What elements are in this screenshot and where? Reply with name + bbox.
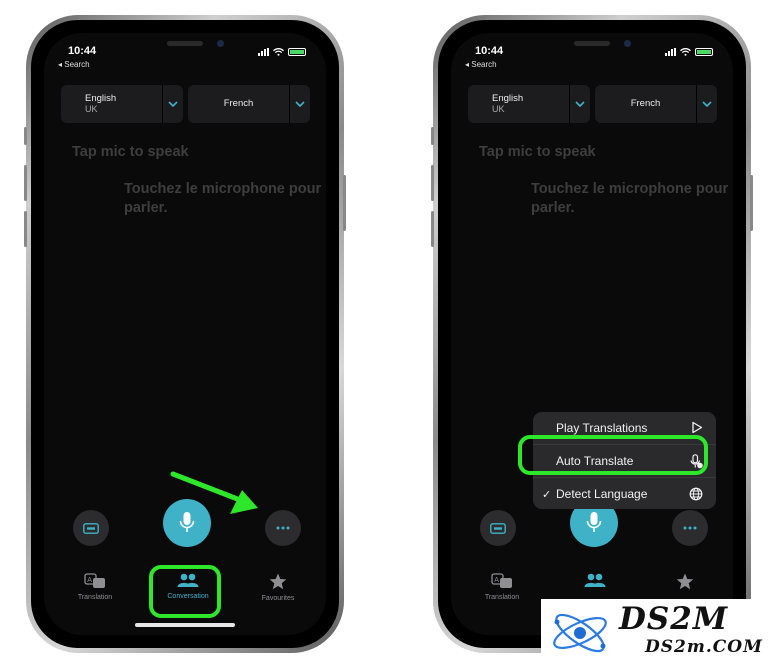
tab-conversation[interactable]: [560, 573, 630, 590]
star-icon: [676, 573, 694, 590]
svg-text:A: A: [87, 577, 92, 584]
tab-favourites-label: Favourites: [261, 595, 295, 602]
volume-down-button: [431, 211, 434, 247]
earpiece: [167, 41, 203, 46]
watermark-brand: DS2M: [619, 601, 729, 637]
back-to-search-link[interactable]: ◂ Search: [465, 60, 497, 69]
target-language-name: French: [223, 97, 254, 109]
source-language-region: UK: [85, 104, 98, 115]
status-time: 10:44: [475, 45, 504, 57]
menu-item-label: Detect Language: [556, 487, 648, 501]
conversation-tab-highlight: [149, 565, 221, 618]
chevron-down-icon[interactable]: [289, 85, 310, 123]
tab-translation-label: Translation: [77, 594, 113, 601]
target-language-select[interactable]: French: [595, 85, 717, 123]
home-indicator: [135, 623, 235, 627]
tab-translation[interactable]: A Translation: [60, 573, 130, 601]
language-selector-row: English UK French: [468, 85, 717, 123]
play-icon: [692, 421, 703, 434]
more-options-button[interactable]: [672, 510, 708, 546]
target-prompt: Touchez le microphone pour parler.: [124, 181, 322, 216]
signal-icon: [665, 48, 676, 56]
face-to-face-icon: [83, 522, 99, 534]
source-language-select[interactable]: English UK: [468, 85, 590, 123]
battery-icon: [695, 48, 713, 56]
pointer-arrow-icon: [170, 471, 258, 514]
chevron-down-icon[interactable]: [569, 85, 590, 123]
signal-icon: [258, 48, 269, 56]
screen: 10:44 ◂ Search English UK French Tap mic…: [451, 33, 733, 635]
target-prompt: Touchez le microphone pour parler.: [531, 181, 729, 216]
mute-switch: [24, 127, 27, 145]
earpiece: [574, 41, 610, 46]
wifi-icon: [680, 48, 691, 56]
source-language-region: UK: [492, 104, 505, 115]
side-button: [750, 175, 753, 231]
battery-icon: [288, 48, 306, 56]
language-selector-row: English UK French: [61, 85, 310, 123]
tab-translation-label: Translation: [484, 594, 520, 601]
face-to-face-button[interactable]: [480, 510, 516, 546]
menu-item-detect-language[interactable]: ✓ Detect Language: [533, 478, 716, 509]
volume-up-button: [24, 165, 27, 201]
chevron-down-icon[interactable]: [696, 85, 717, 123]
face-to-face-icon: [490, 522, 506, 534]
screen: 10:44 ◂ Search English UK French Tap mic…: [44, 33, 326, 635]
ellipsis-icon: [683, 526, 697, 530]
menu-item-label: Play Translations: [556, 421, 648, 435]
checkmark-icon: ✓: [542, 488, 552, 501]
chevron-down-icon[interactable]: [162, 85, 183, 123]
phone-right: 10:44 ◂ Search English UK French Tap mic…: [431, 15, 753, 653]
tab-favourites[interactable]: Favourites: [243, 573, 313, 602]
auto-translate-highlight: [518, 435, 708, 475]
bezel: 10:44 ◂ Search English UK French Tap mic…: [438, 20, 746, 648]
atom-logo-icon: [553, 613, 607, 653]
watermark-domain: DS2m.COM: [645, 637, 763, 657]
watermark-logo: DS2M DS2m.COM: [541, 599, 778, 667]
source-language-name: English: [85, 92, 117, 104]
volume-down-button: [24, 211, 27, 247]
star-icon: [269, 573, 287, 590]
mute-switch: [431, 127, 434, 145]
front-camera: [217, 40, 224, 47]
source-language-name: English: [492, 92, 524, 104]
tab-translation[interactable]: A Translation: [467, 573, 537, 601]
translate-icon: A: [84, 573, 105, 588]
globe-icon: [689, 487, 703, 501]
source-prompt: Tap mic to speak: [479, 144, 596, 160]
svg-text:A: A: [494, 577, 499, 584]
translate-icon: A: [491, 573, 512, 588]
microphone-icon: [586, 512, 602, 532]
phone-left: 10:44 ◂ Search English UK French Tap mic…: [24, 15, 346, 653]
people-icon: [584, 573, 606, 587]
source-language-select[interactable]: English UK: [61, 85, 183, 123]
tab-favourites[interactable]: [650, 573, 720, 592]
ellipsis-icon: [276, 526, 290, 530]
status-icons: [665, 48, 713, 56]
back-to-search-link[interactable]: ◂ Search: [58, 60, 90, 69]
bezel: 10:44 ◂ Search English UK French Tap mic…: [31, 20, 339, 648]
front-camera: [624, 40, 631, 47]
side-button: [343, 175, 346, 231]
source-prompt: Tap mic to speak: [72, 144, 189, 160]
wifi-icon: [273, 48, 284, 56]
target-language-select[interactable]: French: [188, 85, 310, 123]
face-to-face-button[interactable]: [73, 510, 109, 546]
status-time: 10:44: [68, 45, 97, 57]
status-icons: [258, 48, 306, 56]
volume-up-button: [431, 165, 434, 201]
target-language-name: French: [630, 97, 661, 109]
more-options-button[interactable]: [265, 510, 301, 546]
